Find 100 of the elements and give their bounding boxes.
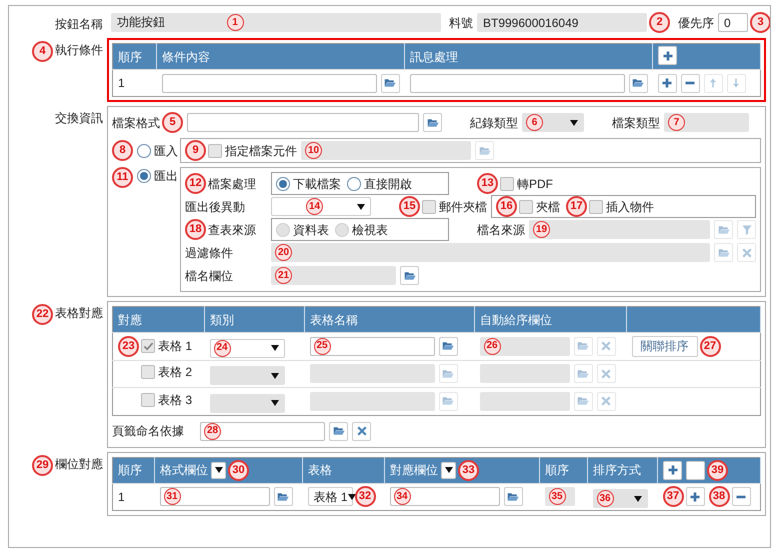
checkbox[interactable]: 轉PDF <box>500 174 553 192</box>
folder-icon <box>507 490 519 503</box>
folder-icon <box>442 395 454 408</box>
browse-button[interactable] <box>329 422 348 440</box>
callout-marker: 9 <box>185 140 206 161</box>
browse-button[interactable] <box>423 113 442 132</box>
callout-marker: 15 <box>399 196 420 217</box>
field-label: 料號 <box>449 14 473 32</box>
browse-button[interactable] <box>400 266 419 285</box>
browse-button[interactable] <box>628 74 648 92</box>
callout-marker: 32 <box>354 486 376 508</box>
field-label: 頁籤命名依據 <box>112 423 184 440</box>
caret-icon <box>214 466 222 474</box>
field-label: 紀錄類型 <box>470 114 518 132</box>
options-button[interactable] <box>686 460 705 480</box>
caret-icon <box>270 344 278 352</box>
sort-button[interactable] <box>211 462 226 478</box>
browse-button[interactable] <box>504 487 522 506</box>
input-field[interactable] <box>200 422 325 440</box>
radio-button[interactable]: 匯入 <box>137 142 178 160</box>
arrow-up-icon <box>707 77 719 89</box>
field-label: 過濾條件 <box>185 244 233 262</box>
callout-marker: 11 <box>112 167 133 188</box>
callout-marker: 33 <box>458 460 479 480</box>
caret-icon <box>357 202 365 210</box>
callout-marker: 18 <box>185 219 206 240</box>
field-label: 檔名來源 <box>477 222 525 238</box>
remove-button[interactable] <box>732 487 750 506</box>
close-icon <box>600 340 612 352</box>
sort-button[interactable] <box>441 462 456 478</box>
folder-icon <box>404 270 416 282</box>
field-label: 匯出後異動 <box>185 198 245 216</box>
field-label: 格式欄位 <box>160 462 208 479</box>
folder-icon <box>577 340 589 352</box>
callout-marker: 4 <box>32 41 53 62</box>
checkbox[interactable]: 插入物件 <box>589 198 654 216</box>
link-sort-button[interactable]: 關聯排序 <box>632 336 698 357</box>
column-header: 順序 <box>112 44 156 70</box>
folder-icon <box>718 246 730 258</box>
callout-marker: 2 <box>649 12 670 33</box>
field-label: 檔案處理 <box>208 176 256 192</box>
plus-icon <box>661 77 673 89</box>
caret-icon <box>348 492 356 501</box>
radio-button[interactable]: 下載檔案 <box>276 174 341 192</box>
clear-button[interactable] <box>352 422 371 440</box>
add-button[interactable] <box>663 460 682 480</box>
input-field[interactable] <box>160 487 270 506</box>
browse-button[interactable] <box>274 487 292 506</box>
folder-icon <box>718 224 730 236</box>
column-header: 訊息處理 <box>404 44 652 70</box>
close-icon <box>600 395 612 408</box>
column-header: 對應 <box>112 306 204 332</box>
caret-icon <box>270 372 278 380</box>
folder-icon <box>426 116 438 128</box>
field-label: 檔名欄位 <box>185 268 233 284</box>
checkbox[interactable]: 郵件夾檔 <box>422 198 487 216</box>
dropdown[interactable]: 表格 1 <box>308 487 352 506</box>
input-field[interactable] <box>390 487 500 506</box>
add-button[interactable] <box>658 74 676 92</box>
field-label: 表格 <box>308 462 332 479</box>
table-cell: 1 <box>112 483 154 510</box>
table-cell: 1 <box>112 70 156 96</box>
radio-button[interactable]: 直接開啟 <box>347 174 412 192</box>
callout-marker: 27 <box>700 336 720 357</box>
remove-button[interactable] <box>680 74 700 92</box>
caret-icon <box>444 466 452 474</box>
plus-icon <box>662 50 674 62</box>
folder-icon <box>442 340 454 352</box>
field-label: 排序方式 <box>593 462 641 479</box>
callout-marker: 38 <box>708 486 730 508</box>
column-header: 表格名稱 <box>304 306 474 332</box>
browse-button[interactable] <box>438 336 458 356</box>
input-field[interactable] <box>310 336 434 356</box>
add-button[interactable] <box>686 487 704 506</box>
input-field[interactable] <box>162 74 376 92</box>
field-label: 欄位對應 <box>55 456 103 472</box>
field-label: 交換資訊 <box>55 110 103 127</box>
field-label: 檔案類型 <box>612 114 660 132</box>
field-label: 順序 <box>118 462 142 479</box>
column-header: 自動給序欄位 <box>474 306 626 332</box>
checkbox[interactable]: 表格 1 <box>141 337 192 356</box>
folder-icon <box>442 368 454 380</box>
browse-button[interactable] <box>380 74 400 92</box>
input-field[interactable]: 0 <box>718 13 748 32</box>
radio-button[interactable]: 匯出 <box>137 167 178 185</box>
callout-marker: 37 <box>662 486 684 508</box>
field-label: 優先序 <box>678 14 714 32</box>
callout-marker: 22 <box>32 304 53 325</box>
add-button[interactable] <box>658 46 677 66</box>
input-field[interactable] <box>410 74 624 92</box>
callout-marker: 23 <box>118 336 139 357</box>
checkbox[interactable]: 指定檔案元件 <box>208 142 297 160</box>
field-label: 表格對應 <box>55 305 103 322</box>
callout-marker: 29 <box>32 454 53 476</box>
input-field[interactable] <box>187 113 419 132</box>
column-header: 類別 <box>204 306 304 332</box>
checkbox[interactable]: 夾檔 <box>519 198 560 216</box>
caret-icon <box>634 494 642 502</box>
checkmark-icon <box>142 340 154 352</box>
column-header: 條件內容 <box>156 44 404 70</box>
